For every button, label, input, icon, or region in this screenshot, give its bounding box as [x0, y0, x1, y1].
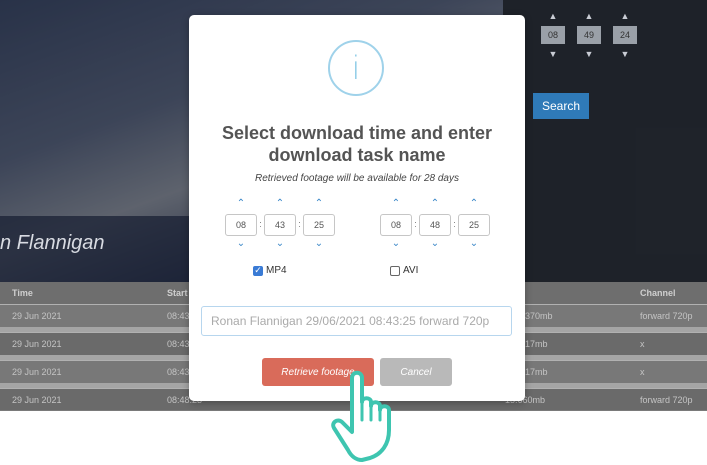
chevron-down-icon[interactable]: ▼ — [549, 48, 558, 60]
chevron-up-icon[interactable]: ⌃ — [431, 198, 439, 212]
chevron-up-icon[interactable]: ⌃ — [470, 198, 478, 212]
bg-minutes-field[interactable]: 49 — [577, 26, 601, 44]
end-time-picker: ⌃ 08 ⌄ : ⌃ 48 ⌄ : ⌃ 25 ⌄ — [379, 198, 491, 252]
cell-start: 08:43 — [167, 311, 190, 321]
format-avi-checkbox[interactable]: AVI — [390, 265, 418, 276]
cell-start: 08:43 — [167, 367, 190, 377]
info-circle-icon: i — [328, 40, 384, 96]
cell-size: 17mb — [525, 367, 548, 377]
download-dialog: i Select download time and enter downloa… — [189, 15, 525, 401]
column-header-time: Time — [12, 288, 33, 298]
chevron-up-icon[interactable]: ▲ — [549, 10, 558, 22]
bg-hours-field[interactable]: 08 — [541, 26, 565, 44]
start-seconds-field[interactable]: 25 — [303, 214, 335, 236]
cell-size: 370mb — [525, 311, 553, 321]
cell-channel: x — [640, 339, 645, 349]
chevron-down-icon[interactable]: ⌄ — [392, 238, 400, 252]
cell-size: 17mb — [525, 339, 548, 349]
chevron-up-icon[interactable]: ⌃ — [315, 198, 323, 212]
chevron-up-icon[interactable]: ⌃ — [392, 198, 400, 212]
cell-channel: forward 720p — [640, 311, 693, 321]
start-time-picker: ⌃ 08 ⌄ : ⌃ 43 ⌄ : ⌃ 25 ⌄ — [224, 198, 336, 252]
cell-time: 29 Jun 2021 — [12, 367, 62, 377]
format-mp4-checkbox[interactable]: ✓ MP4 — [253, 265, 287, 276]
column-header-start: Start — [167, 288, 188, 298]
format-avi-label: AVI — [403, 265, 419, 276]
format-mp4-label: MP4 — [266, 265, 287, 276]
end-hours-field[interactable]: 08 — [380, 214, 412, 236]
chevron-down-icon[interactable]: ⌄ — [276, 238, 284, 252]
column-header-channel: Channel — [640, 288, 676, 298]
cell-channel: forward 720p — [640, 395, 693, 405]
cell-time: 29 Jun 2021 — [12, 395, 62, 405]
chevron-down-icon[interactable]: ▼ — [621, 48, 630, 60]
cell-time: 29 Jun 2021 — [12, 311, 62, 321]
background-time-picker: ▲ 08 ▼ ▲ 49 ▼ ▲ 24 ▼ — [540, 10, 638, 60]
dialog-title: Select download time and enter download … — [221, 123, 493, 165]
chevron-down-icon[interactable]: ▼ — [585, 48, 594, 60]
chevron-up-icon[interactable]: ▲ — [621, 10, 630, 22]
checkbox-unchecked-icon[interactable] — [390, 265, 400, 276]
start-minutes-field[interactable]: 43 — [264, 214, 296, 236]
cell-channel: x — [640, 367, 645, 377]
end-minutes-field[interactable]: 48 — [419, 214, 451, 236]
hand-pointer-icon — [331, 370, 391, 462]
chevron-up-icon[interactable]: ⌃ — [237, 198, 245, 212]
start-hours-field[interactable]: 08 — [225, 214, 257, 236]
task-name-input[interactable] — [201, 306, 512, 336]
bg-seconds-field[interactable]: 24 — [613, 26, 637, 44]
chevron-up-icon[interactable]: ⌃ — [276, 198, 284, 212]
video-driver-name: n Flannigan — [0, 232, 105, 254]
dialog-subtitle: Retrieved footage will be available for … — [254, 173, 459, 184]
chevron-up-icon[interactable]: ▲ — [585, 10, 594, 22]
chevron-down-icon[interactable]: ⌄ — [470, 238, 478, 252]
chevron-down-icon[interactable]: ⌄ — [237, 238, 245, 252]
cell-time: 29 Jun 2021 — [12, 339, 62, 349]
end-seconds-field[interactable]: 25 — [458, 214, 490, 236]
cell-start: 08:43 — [167, 339, 190, 349]
search-button[interactable]: Search — [533, 93, 589, 119]
chevron-down-icon[interactable]: ⌄ — [315, 238, 323, 252]
checkbox-checked-icon[interactable]: ✓ — [253, 265, 263, 276]
chevron-down-icon[interactable]: ⌄ — [431, 238, 439, 252]
